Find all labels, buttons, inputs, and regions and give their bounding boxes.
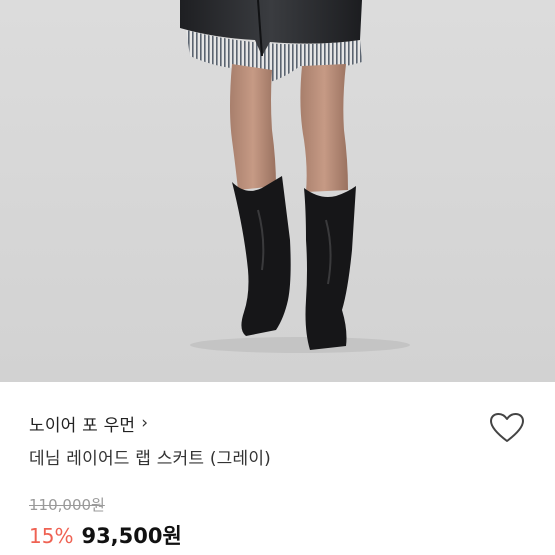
product-photo-illustration [0,0,555,382]
price-row: 15% 93,500원 [29,520,182,550]
discount-rate: 15% [29,524,74,548]
brand-link[interactable]: 노이어 포 우먼 › [29,408,148,438]
wishlist-button[interactable] [485,408,529,448]
sale-price: 93,500원 [81,524,182,548]
product-info: 노이어 포 우먼 › 데님 레이어드 랩 스커트 (그레이) 110,000원 … [0,382,555,555]
product-detail-page: 노이어 포 우먼 › 데님 레이어드 랩 스커트 (그레이) 110,000원 … [0,0,555,555]
brand-name[interactable]: 노이어 포 우먼 [29,411,135,436]
original-price: 110,000원 [29,496,105,514]
product-title: 데님 레이어드 랩 스커트 (그레이) [29,449,271,469]
chevron-right-icon[interactable]: › [141,414,148,432]
heart-outline-icon[interactable] [489,412,525,444]
product-photo[interactable] [0,0,555,382]
